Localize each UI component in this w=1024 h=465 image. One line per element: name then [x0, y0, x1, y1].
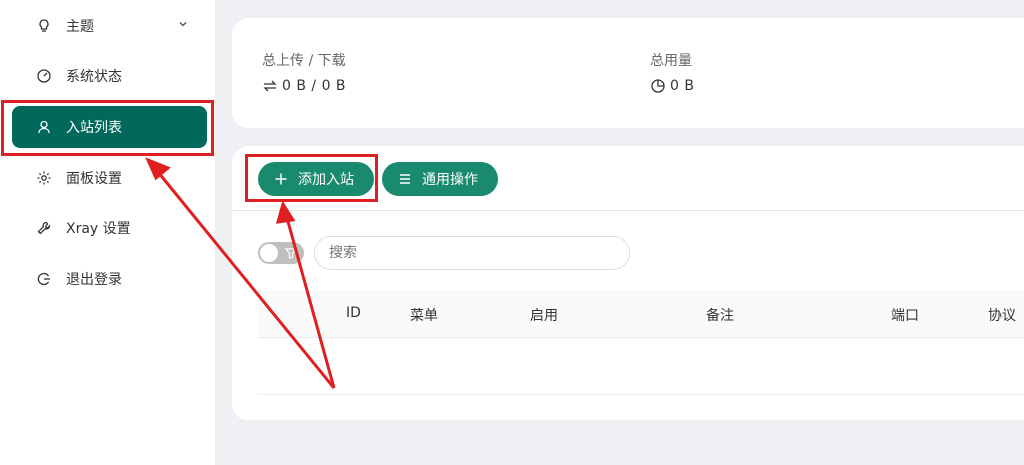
- column-header-remark[interactable]: 备注: [706, 305, 734, 325]
- sidebar-item-system-status[interactable]: 系统状态: [12, 55, 207, 97]
- annotation-box-add-inbound: [245, 154, 378, 202]
- upload-download-label: 总上传 / 下载: [262, 53, 346, 69]
- column-header-protocol[interactable]: 协议: [988, 305, 1016, 325]
- column-header-enable[interactable]: 启用: [530, 305, 558, 325]
- stats-card: 总上传 / 下载 0 B / 0 B 总用量 0 B: [232, 18, 1024, 128]
- menu-icon: [400, 174, 410, 184]
- sidebar-item-panel-settings[interactable]: 面板设置: [12, 157, 207, 199]
- column-header-id[interactable]: ID: [346, 305, 361, 321]
- sidebar-item-xray-settings[interactable]: Xray 设置: [12, 207, 207, 249]
- dashboard-icon: [36, 68, 52, 84]
- sidebar-item-label: 主题: [66, 19, 94, 35]
- logout-icon: [36, 271, 52, 287]
- filter-icon: [284, 248, 298, 259]
- wrench-icon: [36, 220, 52, 236]
- swap-icon: [263, 80, 277, 92]
- sidebar-item-logout[interactable]: 退出登录: [12, 258, 207, 300]
- column-header-menu[interactable]: 菜单: [410, 305, 438, 325]
- general-actions-button[interactable]: 通用操作: [382, 162, 498, 196]
- table-header: ID 菜单 启用 备注 端口 协议: [258, 290, 1024, 338]
- sidebar: 主题 系统状态 入站列表 面板设置 Xray 设置 退出登录: [0, 0, 215, 465]
- sidebar-item-label: 面板设置: [66, 171, 122, 187]
- usage-label: 总用量: [650, 53, 692, 69]
- chevron-down-icon: [179, 22, 187, 27]
- toggle-knob: [260, 244, 278, 262]
- column-header-port[interactable]: 端口: [891, 305, 919, 325]
- usage-value: 0 B: [650, 78, 694, 94]
- sidebar-item-label: Xray 设置: [66, 221, 131, 237]
- bulb-icon: [36, 18, 52, 34]
- upload-download-value: 0 B / 0 B: [262, 78, 346, 94]
- divider: [232, 210, 1024, 211]
- filter-toggle[interactable]: [258, 242, 304, 264]
- search-input[interactable]: [314, 236, 630, 270]
- sidebar-item-label: 退出登录: [66, 272, 122, 288]
- sidebar-item-label: 系统状态: [66, 69, 122, 85]
- table-body-border: [258, 394, 1024, 395]
- annotation-box-inbound-list: [1, 100, 214, 156]
- gear-icon: [36, 170, 52, 186]
- sidebar-item-theme[interactable]: 主题: [12, 5, 207, 47]
- pie-chart-icon: [651, 79, 665, 93]
